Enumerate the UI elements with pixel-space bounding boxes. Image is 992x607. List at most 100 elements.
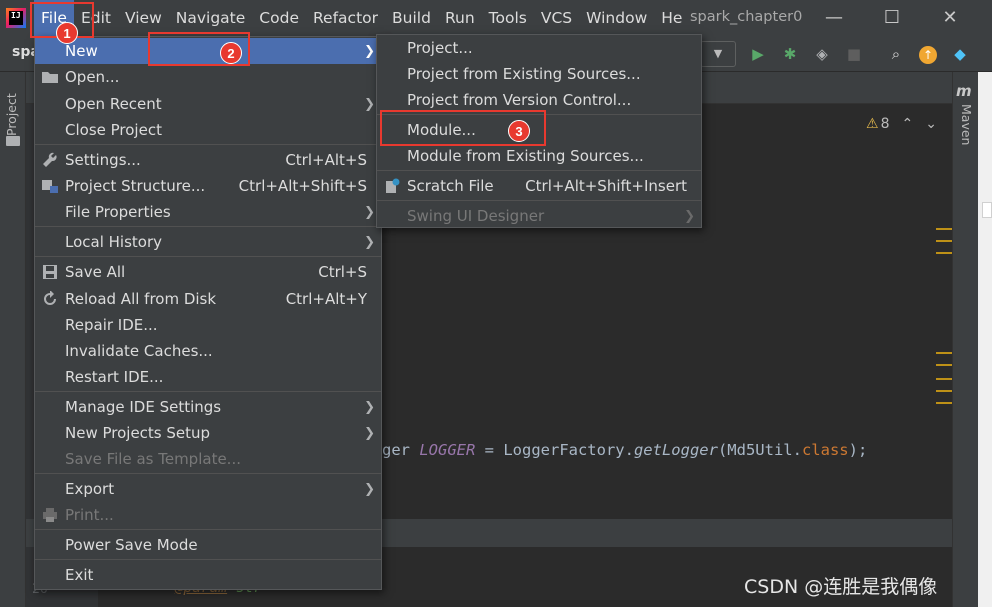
chevron-up-icon[interactable]: ⌃	[901, 116, 913, 132]
file-menu-export[interactable]: Export ❯	[35, 476, 381, 502]
menu-run[interactable]: Run	[438, 0, 482, 36]
file-menu-restart-ide[interactable]: Restart IDE...	[35, 364, 381, 390]
file-menu-save-as-template: Save File as Template...	[65, 450, 241, 468]
minimize-icon[interactable]: —	[822, 6, 846, 30]
stripe-mark[interactable]	[936, 252, 952, 254]
submenu-arrow-icon: ❯	[684, 208, 695, 224]
run-icon[interactable]: ▶	[748, 44, 768, 64]
menu-code[interactable]: Code	[252, 0, 306, 36]
menu-vcs[interactable]: VCS	[534, 0, 579, 36]
submenu-arrow-icon: ❯	[364, 234, 375, 250]
warning-icon: ⚠	[866, 116, 879, 132]
plugin-icon[interactable]: ◆	[950, 44, 970, 64]
csdn-watermark: CSDN @连胜是我偶像	[744, 576, 938, 598]
menu-window[interactable]: Window	[579, 0, 654, 36]
folder-icon	[6, 136, 20, 146]
coverage-icon[interactable]: ◈	[812, 44, 832, 64]
stripe-mark[interactable]	[936, 228, 952, 230]
printer-icon	[40, 505, 60, 525]
file-menu-save-all[interactable]: Save All Ctrl+S	[35, 259, 381, 285]
menu-build[interactable]: Build	[385, 0, 438, 36]
chevron-down-icon[interactable]: ⌄	[925, 116, 937, 132]
submenu-arrow-icon: ❯	[364, 399, 375, 415]
file-menu-settings[interactable]: Settings... Ctrl+Alt+S	[35, 147, 381, 173]
new-menu-module-from-existing[interactable]: Module from Existing Sources...	[377, 143, 701, 169]
stripe-mark[interactable]	[936, 352, 952, 354]
right-tool-strip	[952, 72, 978, 607]
file-menu-power-save-mode[interactable]: Power Save Mode	[35, 532, 381, 558]
new-menu-swing-ui-designer: Swing UI Designer ❯	[407, 207, 695, 225]
code-line[interactable]: ger LOGGER = LoggerFactory.getLogger(Md5…	[382, 441, 867, 459]
left-tool-strip	[0, 72, 26, 607]
submenu-arrow-icon: ❯	[364, 43, 375, 59]
file-menu-repair-ide[interactable]: Repair IDE...	[35, 312, 381, 338]
menu-separator	[35, 256, 381, 257]
submenu-arrow-icon: ❯	[364, 204, 375, 220]
window-title: spark_chapter0	[690, 9, 803, 25]
stripe-mark[interactable]	[936, 378, 952, 380]
menu-view[interactable]: View	[118, 0, 169, 36]
project-tool-window-button[interactable]: Project	[4, 80, 22, 150]
file-menu-invalidate-caches[interactable]: Invalidate Caches...	[35, 338, 381, 364]
run-config-dropdown[interactable]: ▼	[700, 41, 736, 67]
stripe-mark[interactable]	[936, 402, 952, 404]
maven-tool-window-button[interactable]: m Maven	[956, 82, 976, 152]
file-menu-open-recent[interactable]: Open Recent ❯	[35, 91, 381, 117]
file-menu-exit[interactable]: Exit	[35, 562, 381, 588]
intellij-logo-icon[interactable]: IJ	[6, 8, 26, 28]
close-icon[interactable]: ✕	[938, 6, 962, 30]
submenu-arrow-icon: ❯	[364, 481, 375, 497]
stripe-mark[interactable]	[936, 240, 952, 242]
inspection-widget[interactable]: ⚠ 8 ⌃ ⌄	[866, 116, 937, 132]
file-menu-open[interactable]: Open...	[35, 64, 381, 90]
file-menu-manage-ide-settings[interactable]: Manage IDE Settings ❯	[35, 394, 381, 420]
new-menu-project-from-existing[interactable]: Project from Existing Sources...	[377, 61, 701, 87]
maven-icon: m	[956, 82, 972, 100]
file-menu-reload-all[interactable]: Reload All from Disk Ctrl+Alt+Y	[35, 286, 381, 312]
submenu-arrow-icon: ❯	[364, 425, 375, 441]
stripe-mark[interactable]	[936, 364, 952, 366]
scratch-file-icon	[382, 176, 402, 196]
menu-refactor[interactable]: Refactor	[306, 0, 385, 36]
menu-separator	[35, 529, 381, 530]
background-window-chip	[982, 202, 992, 218]
menu-tools[interactable]: Tools	[482, 0, 534, 36]
menu-navigate[interactable]: Navigate	[169, 0, 253, 36]
maximize-icon[interactable]: ☐	[880, 6, 904, 30]
stripe-mark[interactable]	[936, 390, 952, 392]
submenu-arrow-icon: ❯	[364, 96, 375, 112]
annotation-badge-2: 2	[220, 42, 242, 64]
debug-icon[interactable]: ✱	[780, 44, 800, 64]
search-icon[interactable]: ⌕	[886, 44, 906, 64]
menu-separator	[377, 200, 701, 201]
new-menu-project-from-vcs[interactable]: Project from Version Control...	[377, 87, 701, 113]
file-menu-new-projects-setup[interactable]: New Projects Setup ❯	[35, 420, 381, 446]
file-menu-close-project[interactable]: Close Project	[35, 117, 381, 143]
file-menu-project-structure[interactable]: Project Structure... Ctrl+Alt+Shift+S	[35, 173, 381, 199]
stop-icon[interactable]: ■	[844, 44, 864, 64]
file-menu-dropdown: New ❯ Open... Open Recent ❯ Close Projec…	[34, 36, 382, 590]
title-menu-bar: IJ File Edit View Navigate Code Refactor…	[0, 0, 992, 36]
file-menu-print: Print...	[35, 502, 381, 528]
file-menu-local-history[interactable]: Local History ❯	[35, 229, 381, 255]
new-menu-project[interactable]: Project...	[377, 35, 701, 61]
new-menu-scratch-file[interactable]: Scratch File Ctrl+Alt+Shift+Insert	[377, 173, 701, 199]
warning-count: 8	[880, 116, 890, 132]
file-menu-new[interactable]: New ❯	[35, 38, 381, 64]
chevron-down-icon: ▼	[713, 47, 723, 60]
update-icon[interactable]: ↑	[918, 44, 938, 64]
annotation-badge-3: 3	[508, 120, 530, 142]
menu-separator	[35, 473, 381, 474]
annotation-badge-1: 1	[56, 22, 78, 44]
new-submenu-dropdown: Project... Project from Existing Sources…	[376, 34, 702, 228]
menu-separator	[377, 170, 701, 171]
main-menu: File Edit View Navigate Code Refactor Bu…	[34, 0, 689, 36]
menu-separator	[35, 391, 381, 392]
menu-help[interactable]: He	[654, 0, 689, 36]
background-window-edge	[978, 72, 992, 607]
file-menu-file-properties[interactable]: File Properties ❯	[35, 199, 381, 225]
folder-open-icon	[40, 67, 60, 87]
new-menu-module[interactable]: Module...	[377, 117, 701, 143]
project-structure-icon	[40, 176, 60, 196]
menu-edit[interactable]: Edit	[74, 0, 118, 36]
